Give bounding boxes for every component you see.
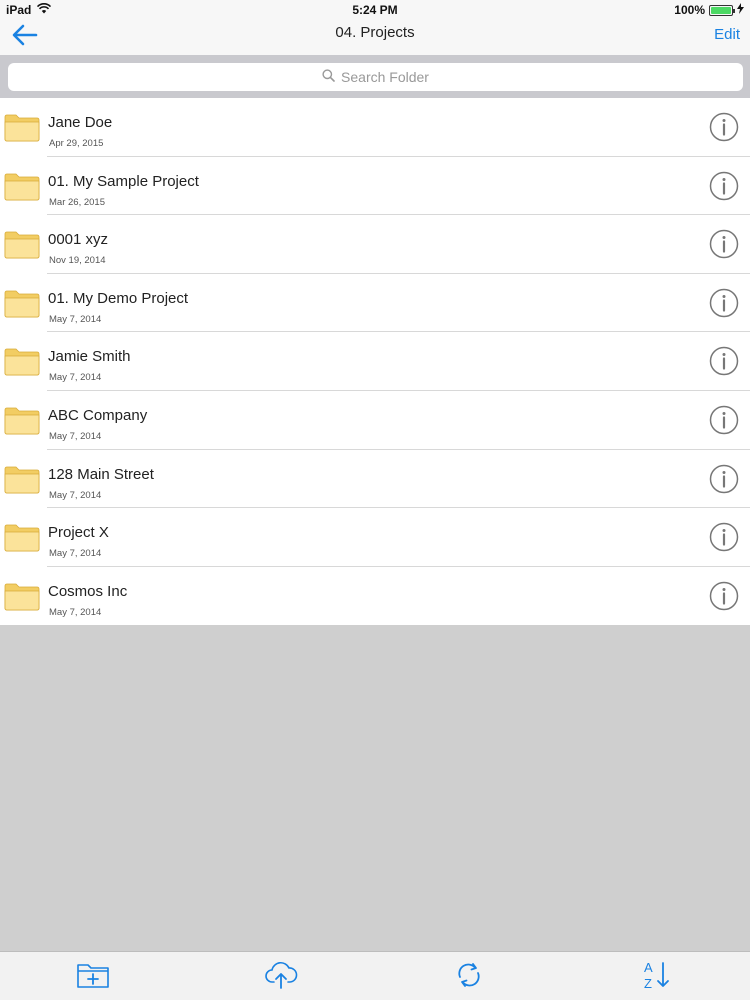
folder-name: Jamie Smith (48, 348, 131, 366)
folder-date: Nov 19, 2014 (49, 255, 106, 267)
info-icon (709, 112, 739, 147)
info-icon (709, 405, 739, 440)
folder-name: 01. My Sample Project (48, 172, 199, 190)
info-button[interactable] (709, 405, 739, 435)
folder-date: May 7, 2014 (49, 489, 102, 501)
folder-row[interactable]: 128 Main Street May 7, 2014 (0, 449, 750, 509)
status-bar: iPad 5:24 PM 100% (0, 0, 750, 20)
new-folder-button[interactable] (76, 961, 110, 993)
info-icon (709, 581, 739, 616)
info-icon (709, 522, 739, 557)
folder-row[interactable]: Jamie Smith May 7, 2014 (0, 332, 750, 391)
folder-name: 01. My Demo Project (48, 289, 189, 307)
new-folder-icon (76, 961, 110, 994)
svg-text:Z: Z (644, 976, 652, 991)
status-right: 100% (674, 3, 744, 17)
folder-name: Project X (48, 524, 109, 542)
info-button[interactable] (709, 171, 739, 201)
folder-icon (4, 524, 40, 552)
folder-icon (4, 290, 40, 318)
folder-icon (4, 348, 40, 376)
sort-az-icon: A Z (641, 959, 673, 996)
folder-row[interactable]: 01. My Sample Project Mar 26, 2015 (0, 156, 750, 216)
search-placeholder: Search Folder (341, 69, 429, 85)
info-button[interactable] (709, 346, 739, 376)
folder-icon (4, 173, 40, 201)
folder-date: Apr 29, 2015 (49, 138, 104, 149)
folder-row[interactable]: 01. My Demo Project May 7, 2014 (0, 273, 750, 333)
info-icon (709, 229, 739, 264)
svg-text:A: A (644, 960, 653, 975)
status-time: 5:24 PM (352, 3, 398, 17)
search-icon (322, 69, 335, 85)
folder-icon (4, 583, 40, 611)
folder-date: May 7, 2014 (49, 548, 102, 560)
sync-button[interactable] (452, 961, 486, 993)
folder-row[interactable]: Project X May 7, 2014 (0, 508, 750, 567)
folder-icon (4, 466, 40, 494)
info-button[interactable] (709, 112, 739, 142)
folder-row[interactable]: 0001 xyz Nov 19, 2014 (0, 215, 750, 274)
charging-icon (737, 3, 744, 17)
sort-button[interactable]: A Z (640, 959, 674, 996)
battery-fill (711, 6, 731, 14)
folder-date: Mar 26, 2015 (49, 196, 105, 208)
info-button[interactable] (709, 464, 739, 494)
info-icon (709, 288, 739, 323)
folder-date: May 7, 2014 (49, 313, 102, 325)
info-icon (709, 171, 739, 206)
folder-date: May 7, 2014 (49, 606, 102, 618)
search-input[interactable]: Search Folder (8, 63, 743, 91)
folder-name: 0001 xyz (48, 231, 109, 249)
folder-row[interactable]: Jane Doe Apr 29, 2015 (0, 98, 750, 157)
folder-name: ABC Company (48, 406, 148, 424)
info-button[interactable] (709, 229, 739, 259)
folder-list: Jane Doe Apr 29, 2015 01. My Sample Projec… (0, 98, 750, 626)
page-title: 04. Projects (335, 24, 415, 41)
folder-date: May 7, 2014 (49, 372, 102, 384)
info-button[interactable] (709, 522, 739, 552)
folder-name: Jane Doe (48, 114, 113, 131)
folder-date: May 7, 2014 (49, 430, 102, 442)
folder-row[interactable]: Cosmos Inc May 7, 2014 (0, 566, 750, 626)
folder-name: 128 Main Street (48, 465, 154, 483)
info-icon (709, 346, 739, 381)
cloud-upload-icon (264, 960, 298, 995)
folder-icon (4, 407, 40, 435)
folder-name: Cosmos Inc (48, 582, 128, 600)
navigation-bar: 04. Projects Edit (0, 20, 750, 55)
battery-percent: 100% (674, 3, 705, 17)
bottom-toolbar: A Z (0, 951, 750, 1000)
folder-icon (4, 231, 40, 259)
sync-icon (454, 960, 484, 995)
search-bar: Search Folder (0, 55, 750, 98)
info-button[interactable] (709, 288, 739, 318)
battery-icon (709, 4, 735, 16)
cloud-upload-button[interactable] (264, 961, 298, 993)
folder-icon (4, 114, 40, 142)
info-icon (709, 464, 739, 499)
info-button[interactable] (709, 581, 739, 611)
folder-row[interactable]: ABC Company May 7, 2014 (0, 390, 750, 450)
edit-button[interactable]: Edit (714, 26, 740, 43)
